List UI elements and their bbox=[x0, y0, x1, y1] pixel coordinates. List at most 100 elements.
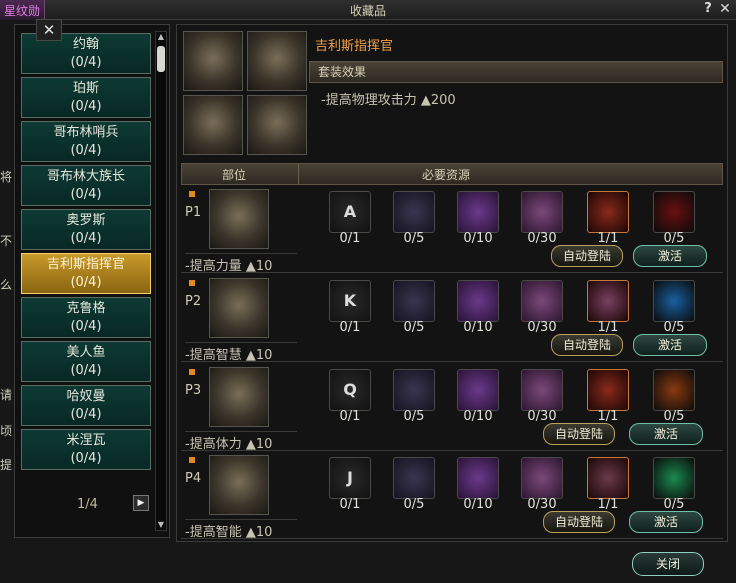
part-row: P3 -提高体力 ▲10 Q 0/1 0/5 0/10 0/30 1/1 0/5 自动登陆 激活 bbox=[181, 365, 723, 452]
background-text: 提 bbox=[0, 458, 13, 472]
list-scrollbar[interactable]: ▲ ▼ bbox=[155, 31, 167, 531]
help-button[interactable]: ? bbox=[700, 1, 716, 18]
list-item-name: 哥布林大族长 bbox=[46, 169, 125, 184]
resource-count: 0/1 bbox=[339, 409, 361, 424]
scroll-thumb[interactable] bbox=[157, 46, 165, 72]
collection-detail-panel: 吉利斯指挥官 套装效果 -提高物理攻击力 ▲200 部位 必要资源 P1 -提高力… bbox=[176, 24, 728, 542]
card-letter: K bbox=[343, 291, 357, 310]
next-page-button[interactable]: ▶ bbox=[133, 495, 149, 511]
resource-count: 0/5 bbox=[403, 231, 425, 246]
card-icon[interactable]: A bbox=[329, 191, 371, 233]
card-icon[interactable]: Q bbox=[329, 369, 371, 411]
scroll-down-icon[interactable]: ▼ bbox=[156, 520, 166, 530]
dragon-icon[interactable] bbox=[393, 191, 435, 233]
list-item[interactable]: 克鲁格 (0/4) bbox=[21, 297, 151, 338]
auto-register-button[interactable]: 自动登陆 bbox=[543, 423, 615, 445]
part-row: P1 -提高力量 ▲10 A 0/1 0/5 0/10 0/30 1/1 0/5 自动登陆 激活 bbox=[181, 187, 723, 274]
gem-icon[interactable] bbox=[653, 280, 695, 322]
purple-shield-icon[interactable] bbox=[521, 457, 563, 499]
auto-register-button[interactable]: 自动登陆 bbox=[551, 245, 623, 267]
resource-count: 0/30 bbox=[527, 231, 557, 246]
set-effect-header: 套装效果 bbox=[309, 61, 723, 83]
part-label: P1 bbox=[185, 205, 202, 220]
part-marker-icon bbox=[189, 457, 195, 463]
resource-count: 1/1 bbox=[597, 409, 619, 424]
purple-shield-icon[interactable] bbox=[521, 191, 563, 233]
auto-register-button[interactable]: 自动登陆 bbox=[543, 511, 615, 533]
purple-sword-icon[interactable] bbox=[457, 457, 499, 499]
part-stat: -提高智慧 ▲10 bbox=[185, 342, 297, 363]
resource-count: 0/5 bbox=[663, 409, 685, 424]
dragon-icon[interactable] bbox=[393, 280, 435, 322]
column-divider bbox=[298, 164, 299, 184]
list-item[interactable]: 米涅瓦 (0/4) bbox=[21, 429, 151, 470]
part-marker-icon bbox=[189, 369, 195, 375]
scroll-up-icon[interactable]: ▲ bbox=[156, 32, 166, 42]
gem-icon[interactable] bbox=[653, 369, 695, 411]
list-item[interactable]: 美人鱼 (0/4) bbox=[21, 341, 151, 382]
dragon-icon[interactable] bbox=[393, 457, 435, 499]
purple-sword-icon[interactable] bbox=[457, 369, 499, 411]
armor-piece-icon[interactable] bbox=[587, 457, 629, 499]
armor-piece-icon[interactable] bbox=[587, 191, 629, 233]
list-item[interactable]: 珀斯 (0/4) bbox=[21, 77, 151, 118]
gem-icon[interactable] bbox=[653, 457, 695, 499]
purple-sword-icon[interactable] bbox=[457, 280, 499, 322]
collection-window: 星纹勋 收藏品 ? ✕ 将 不 么 请 顷 提 ✕ 约翰 (0/4) 珀斯 (0/4)… bbox=[0, 0, 736, 583]
armor-piece-icon[interactable] bbox=[587, 369, 629, 411]
resource-count: 0/1 bbox=[339, 320, 361, 335]
armor-piece-icon[interactable] bbox=[587, 280, 629, 322]
column-resources: 必要资源 bbox=[422, 168, 471, 182]
part-label: P2 bbox=[185, 294, 202, 309]
activate-button[interactable]: 激活 bbox=[633, 245, 707, 267]
card-icon[interactable]: K bbox=[329, 280, 371, 322]
resource-count: 0/1 bbox=[339, 497, 361, 512]
list-close-button[interactable]: ✕ bbox=[36, 19, 62, 41]
list-item-count: (0/4) bbox=[70, 231, 102, 246]
auto-register-button[interactable]: 自动登陆 bbox=[551, 334, 623, 356]
column-part: 部位 bbox=[222, 168, 247, 182]
list-item-count: (0/4) bbox=[70, 319, 102, 334]
resource-count: 1/1 bbox=[597, 497, 619, 512]
list-item[interactable]: 奥罗斯 (0/4) bbox=[21, 209, 151, 250]
collection-list: 约翰 (0/4) 珀斯 (0/4) 哥布林哨兵 (0/4) 哥布林大族长 (0/4) 奥罗斯 (0… bbox=[21, 33, 151, 473]
list-item-count: (0/4) bbox=[70, 143, 102, 158]
activate-button[interactable]: 激活 bbox=[633, 334, 707, 356]
list-item-name: 吉利斯指挥官 bbox=[46, 257, 125, 272]
purple-shield-icon[interactable] bbox=[521, 280, 563, 322]
list-item[interactable]: 哥布林大族长 (0/4) bbox=[21, 165, 151, 206]
resource-count: 0/5 bbox=[403, 320, 425, 335]
dragon-icon[interactable] bbox=[393, 369, 435, 411]
activate-button[interactable]: 激活 bbox=[629, 511, 703, 533]
list-item[interactable]: 吉利斯指挥官 (0/4) bbox=[21, 253, 151, 294]
set-portrait-2 bbox=[247, 31, 307, 91]
list-item-count: (0/4) bbox=[70, 55, 102, 70]
card-letter: J bbox=[347, 468, 353, 487]
column-header: 部位 必要资源 bbox=[181, 163, 723, 185]
page-indicator: 1/4 bbox=[77, 497, 98, 512]
resource-count: 0/10 bbox=[463, 231, 493, 246]
list-item-name: 克鲁格 bbox=[66, 301, 106, 316]
window-close-button[interactable]: ✕ bbox=[716, 1, 734, 18]
list-item[interactable]: 哈奴曼 (0/4) bbox=[21, 385, 151, 426]
part-stat: -提高智能 ▲10 bbox=[185, 519, 297, 540]
background-text: 不 bbox=[0, 234, 13, 248]
background-text: 将 bbox=[0, 170, 13, 184]
purple-shield-icon[interactable] bbox=[521, 369, 563, 411]
resource-count: 0/10 bbox=[463, 409, 493, 424]
part-portrait bbox=[209, 278, 269, 338]
resource-count: 0/5 bbox=[403, 409, 425, 424]
purple-sword-icon[interactable] bbox=[457, 191, 499, 233]
close-button[interactable]: 关闭 bbox=[632, 552, 704, 576]
gem-icon[interactable] bbox=[653, 191, 695, 233]
card-letter: Q bbox=[343, 380, 357, 399]
list-item[interactable]: 哥布林哨兵 (0/4) bbox=[21, 121, 151, 162]
part-marker-icon bbox=[189, 191, 195, 197]
resource-count: 0/30 bbox=[527, 320, 557, 335]
part-stat: -提高体力 ▲10 bbox=[185, 431, 297, 452]
part-label: P4 bbox=[185, 471, 202, 486]
background-text: 请 bbox=[0, 388, 13, 402]
activate-button[interactable]: 激活 bbox=[629, 423, 703, 445]
resource-count: 0/10 bbox=[463, 320, 493, 335]
card-icon[interactable]: J bbox=[329, 457, 371, 499]
